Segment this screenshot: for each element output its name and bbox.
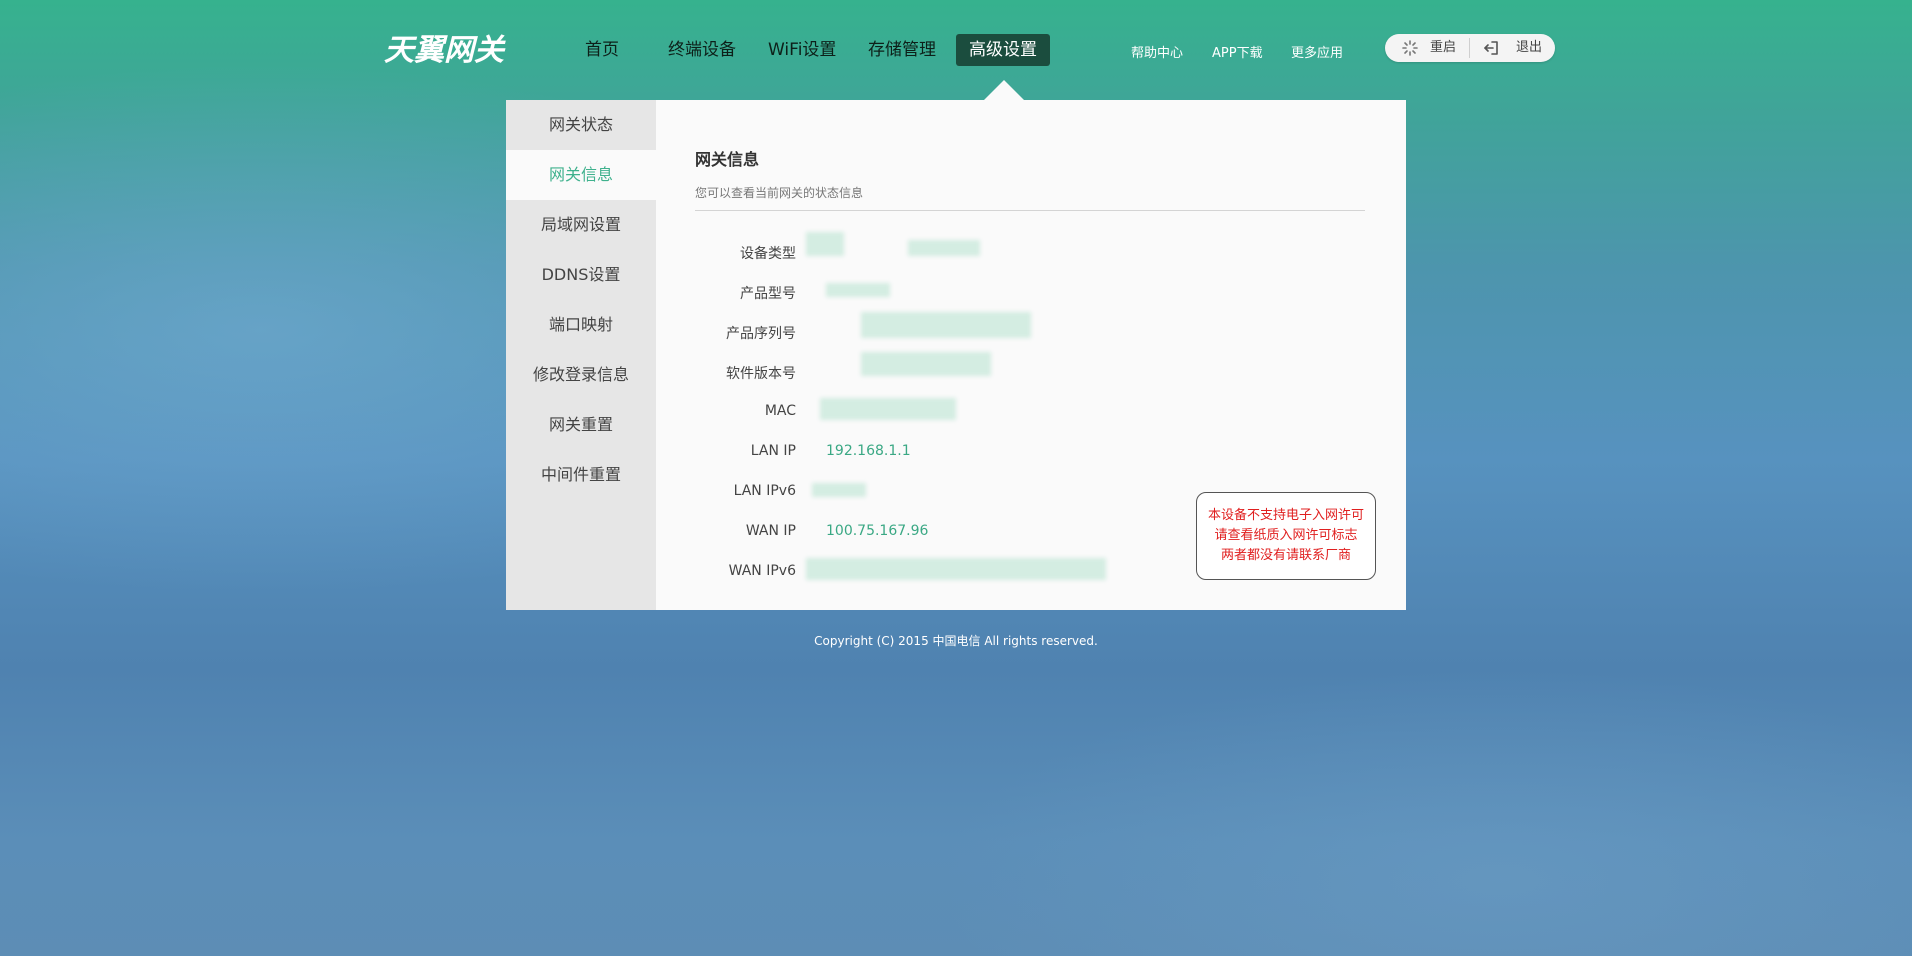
label-wan-ip: WAN IP [745,523,796,539]
redacted-device-type [806,232,844,256]
page-subtitle: 您可以查看当前网关的状态信息 [695,186,864,200]
nav-home[interactable]: 首页 [585,34,619,66]
footer-copyright: Copyright (C) 2015 中国电信 All rights reser… [814,634,1098,648]
value-lan-ip: 192.168.1.1 [826,443,911,459]
nav-wifi-settings[interactable]: WiFi设置 [768,34,836,66]
logo-text: 天翼网关 [384,33,506,68]
redacted-device-type-2 [908,240,980,256]
nav-storage-management[interactable]: 存储管理 [868,34,936,66]
sidebar-item-ddns-settings[interactable]: DDNS设置 [506,250,656,300]
app-download-link[interactable]: APP下载 [1212,42,1263,61]
label-software-version: 软件版本号 [726,366,796,382]
logout-icon [1484,41,1498,55]
notice-line-1: 本设备不支持电子入网许可 [1207,508,1364,523]
tianyi-gateway-logo: 天翼网关 [384,33,506,68]
page-title: 网关信息 [695,150,760,169]
logout-label: 退出 [1516,40,1543,55]
restart-label: 重启 [1430,40,1457,55]
redacted-serial-number [861,312,1031,338]
label-serial-number: 产品序列号 [726,326,796,342]
value-wan-ip: 100.75.167.96 [826,523,929,539]
restart-button[interactable]: 重启 [1385,34,1469,62]
title-divider [695,210,1365,211]
nav-active-pointer [984,80,1024,100]
sidebar-item-middleware-reset[interactable]: 中间件重置 [506,450,656,500]
settings-panel: 网关状态 网关信息 局域网设置 DDNS设置 端口映射 修改登录信息 网关重置 … [506,100,1406,610]
sidebar-item-port-mapping[interactable]: 端口映射 [506,300,656,350]
redacted-product-model [826,283,890,297]
redacted-wan-ipv6 [806,558,1106,580]
sidebar-item-gateway-info[interactable]: 网关信息 [506,150,656,200]
label-lan-ip: LAN IP [750,443,796,459]
notice-line-2: 请查看纸质入网许可标志 [1214,528,1358,543]
help-center-link[interactable]: 帮助中心 [1131,42,1183,61]
sidebar: 网关状态 网关信息 局域网设置 DDNS设置 端口映射 修改登录信息 网关重置 … [506,100,656,610]
label-product-model: 产品型号 [740,286,796,302]
redacted-lan-ipv6 [812,483,866,497]
redacted-mac [820,398,956,420]
logout-button[interactable]: 退出 [1470,34,1555,62]
nav-advanced-settings[interactable]: 高级设置 [956,34,1050,66]
sidebar-item-gateway-reset[interactable]: 网关重置 [506,400,656,450]
label-mac: MAC [764,403,796,419]
label-device-type: 设备类型 [740,246,796,262]
sidebar-item-gateway-status[interactable]: 网关状态 [506,100,656,150]
label-wan-ipv6: WAN IPv6 [728,563,796,579]
sidebar-item-lan-settings[interactable]: 局域网设置 [506,200,656,250]
notice-line-3: 两者都没有请联系厂商 [1220,548,1351,563]
nav-terminal-devices[interactable]: 终端设备 [668,34,736,66]
sidebar-item-change-login[interactable]: 修改登录信息 [506,350,656,400]
redacted-software-version [861,352,991,376]
restart-icon [1402,40,1418,56]
license-notice: 本设备不支持电子入网许可 请查看纸质入网许可标志 两者都没有请联系厂商 [1196,492,1376,580]
more-apps-link[interactable]: 更多应用 [1291,42,1343,61]
label-lan-ipv6: LAN IPv6 [733,483,796,499]
session-controls: 重启 退出 [1385,34,1555,62]
